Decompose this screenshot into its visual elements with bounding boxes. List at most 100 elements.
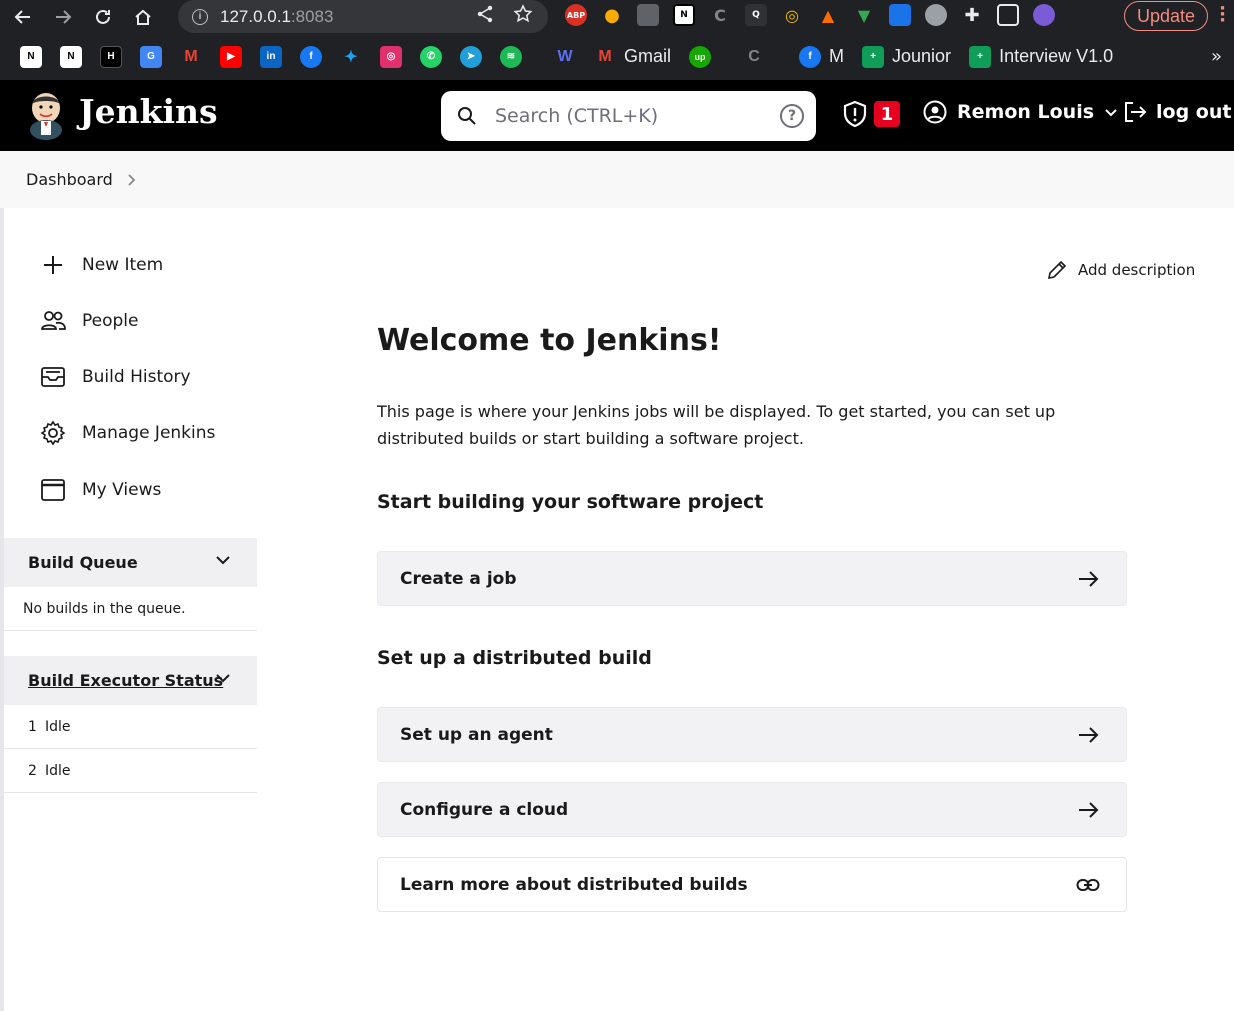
pencil-icon (1047, 260, 1067, 280)
bookmark-interview[interactable]: + Interview V1.0 (969, 45, 1114, 68)
create-job-label: Create a job (400, 568, 517, 589)
bookmarks-bar: N N H G M ▶ in f ✦ ◎ ✆ ➤ ≋ W M Gmail up C… (0, 33, 1234, 80)
extension-icon[interactable] (637, 4, 659, 26)
bookmark-jounior[interactable]: + Jounior (862, 45, 952, 68)
browser-menu-icon[interactable]: · · · (1219, 0, 1226, 30)
executor-status-title[interactable]: Build Executor Status (28, 671, 223, 690)
bookmark-jounior-label: Jounior (892, 46, 952, 66)
task-label: Manage Jenkins (82, 423, 216, 443)
upwork-bookmark-icon[interactable]: up (689, 45, 712, 68)
coin-icon[interactable]: ◎ (781, 4, 803, 26)
configure-cloud-label: Configure a cloud (400, 799, 569, 820)
forward-icon[interactable] (48, 2, 78, 32)
jenkins-brand[interactable]: Jenkins (79, 92, 218, 131)
translate-bookmark-icon[interactable]: G (140, 45, 162, 68)
arrow-right-icon (1079, 727, 1099, 743)
intro-text: This page is where your Jenkins jobs wil… (377, 402, 1056, 448)
c-icon[interactable]: C (709, 4, 731, 26)
task-label: Build History (82, 367, 191, 387)
setup-agent-card[interactable]: Set up an agent (377, 707, 1127, 762)
browser-chrome: i 127.0.0.1:8083 ABP ● N C Q ◎ ▲ ▼ ✚ Upd… (0, 0, 1234, 80)
twitter-bookmark-icon[interactable]: ✦ (340, 46, 362, 68)
download-icon[interactable]: ▼ (853, 4, 875, 26)
search-help-icon[interactable]: ? (780, 104, 804, 128)
bookmarks-overflow-icon[interactable]: » (1211, 46, 1222, 67)
sheets-icon: + (862, 45, 885, 68)
reload-icon[interactable] (88, 2, 118, 32)
linkedin-bookmark-icon[interactable]: in (260, 45, 282, 68)
learn-more-card[interactable]: Learn more about distributed builds (377, 857, 1127, 912)
screen-icon[interactable] (889, 4, 911, 26)
breadcrumb-dashboard[interactable]: Dashboard (26, 170, 113, 189)
c-bookmark-icon[interactable]: C (743, 46, 765, 68)
facebook-bookmark-icon[interactable]: f (300, 45, 322, 68)
puzzle-icon[interactable]: ✚ (961, 4, 983, 26)
bulb-icon[interactable]: ● (601, 4, 623, 26)
executor-status-header[interactable]: Build Executor Status (4, 656, 257, 705)
task-manage-jenkins[interactable]: Manage Jenkins (40, 420, 215, 446)
security-monitor[interactable]: 1 (842, 100, 900, 128)
distributed-build-heading: Set up a distributed build (377, 647, 652, 669)
task-label: People (82, 311, 139, 331)
shield-icon (843, 100, 867, 128)
spotify-bookmark-icon[interactable]: ≋ (500, 45, 522, 68)
profile-avatar-icon[interactable] (1033, 4, 1055, 26)
whatsapp-bookmark-icon[interactable]: ✆ (420, 45, 442, 68)
arrow-right-icon (1079, 802, 1099, 818)
task-build-history[interactable]: Build History (40, 364, 191, 390)
create-job-card[interactable]: Create a job (377, 551, 1127, 606)
executor-status: Idle (45, 762, 71, 779)
logout-icon (1125, 102, 1147, 122)
build-queue-empty: No builds in the queue. (4, 587, 257, 631)
jenkins-header: Jenkins Search (CTRL+K) ? 1 Remon Louis … (0, 80, 1234, 151)
instagram-bookmark-icon[interactable]: ◎ (380, 45, 402, 68)
w-bookmark-icon[interactable]: W (554, 46, 576, 68)
sheets-icon: + (969, 45, 992, 68)
back-icon[interactable] (8, 2, 38, 32)
notion-icon[interactable]: N (673, 4, 695, 26)
chevron-right-icon[interactable] (127, 173, 137, 187)
task-people[interactable]: People (40, 308, 138, 334)
bookmark-gmail[interactable]: M Gmail (594, 46, 671, 68)
hackernoon-bookmark-icon[interactable]: H (100, 45, 122, 68)
bookmark-interview-label: Interview V1.0 (999, 46, 1114, 66)
extensions-row: ABP ● N C Q ◎ ▲ ▼ ✚ (565, 4, 1055, 26)
build-queue-header[interactable]: Build Queue (4, 538, 257, 587)
task-label: New Item (82, 255, 164, 275)
inbox-icon (41, 367, 65, 387)
logout-button[interactable]: log out (1122, 100, 1231, 124)
search-input[interactable]: Search (CTRL+K) (495, 105, 780, 127)
q-icon[interactable]: Q (745, 4, 767, 26)
gear-icon (40, 420, 66, 446)
bookmark-star-icon[interactable] (513, 4, 533, 24)
chevron-down-icon[interactable] (215, 672, 231, 684)
update-button[interactable]: Update (1123, 1, 1208, 31)
security-badge: 1 (874, 101, 900, 127)
globe-icon[interactable] (925, 4, 947, 26)
executor-number: 1 (28, 718, 37, 735)
user-menu[interactable]: Remon Louis (923, 100, 1118, 124)
site-info-icon[interactable]: i (192, 8, 208, 25)
sidepanel-icon[interactable] (997, 4, 1019, 26)
add-description-label: Add description (1078, 261, 1196, 279)
window-icon (41, 479, 65, 501)
telegram-bookmark-icon[interactable]: ➤ (460, 45, 482, 68)
task-my-views[interactable]: My Views (40, 477, 161, 503)
add-description-button[interactable]: Add description (1046, 259, 1195, 281)
task-new-item[interactable]: New Item (40, 252, 163, 278)
configure-cloud-card[interactable]: Configure a cloud (377, 782, 1127, 837)
fire-icon[interactable]: ▲ (817, 4, 839, 26)
notion-bookmark-icon[interactable]: N (20, 45, 42, 68)
chevron-down-icon[interactable] (215, 554, 231, 566)
bookmark-m[interactable]: fM (799, 45, 844, 68)
adblock-icon[interactable]: ABP (565, 4, 587, 26)
jenkins-logo-icon[interactable] (26, 90, 66, 140)
search-icon (458, 107, 476, 125)
home-icon[interactable] (128, 2, 158, 32)
executor-row: 1 Idle (4, 705, 257, 749)
notion-bookmark-icon[interactable]: N (60, 45, 82, 68)
share-icon[interactable] (475, 4, 495, 24)
youtube-bookmark-icon[interactable]: ▶ (220, 45, 242, 68)
gmail-bookmark-icon[interactable]: M (180, 46, 202, 68)
search-box[interactable]: Search (CTRL+K) ? (441, 91, 816, 141)
